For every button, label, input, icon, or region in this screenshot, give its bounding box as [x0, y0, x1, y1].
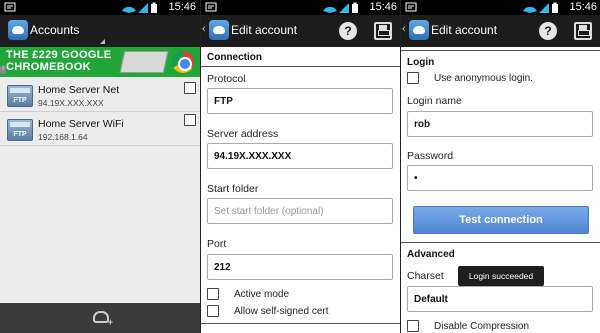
- protocol-label: Protocol: [207, 73, 246, 85]
- login-name-field[interactable]: rob: [407, 111, 593, 137]
- self-signed-checkbox[interactable]: [207, 305, 219, 317]
- account-address: 94.19X.XXX.XXX: [38, 98, 104, 108]
- clock: 15:46: [369, 1, 397, 13]
- ftp-server-icon: FTP: [7, 85, 33, 107]
- active-mode-checkbox[interactable]: [207, 288, 219, 300]
- page-title: Edit account: [431, 23, 498, 37]
- chrome-logo-icon: [172, 51, 194, 73]
- app-icon[interactable]: [209, 20, 229, 40]
- start-folder-label: Start folder: [207, 183, 259, 195]
- list-item[interactable]: FTP Home Server WiFi 192.168.1.64: [0, 112, 200, 146]
- port-label: Port: [207, 238, 227, 250]
- notification-icon: [4, 2, 16, 12]
- server-address-field[interactable]: 94.19X.XXX.XXX: [207, 143, 393, 169]
- edit-account-login-screen: 15:46 ‹ Edit account ? Login Use anonymo…: [400, 0, 600, 333]
- toast-message: Login succeeded: [458, 266, 544, 286]
- signal-wifi-battery-icons: [323, 2, 358, 13]
- section-title: Advanced: [407, 249, 455, 260]
- back-chevron-icon[interactable]: ‹: [402, 23, 406, 35]
- anonymous-login-label: Use anonymous login.: [434, 73, 533, 84]
- notification-icon: [205, 2, 217, 12]
- save-icon[interactable]: [574, 22, 592, 40]
- action-bar: Accounts: [0, 15, 200, 47]
- port-field[interactable]: 212: [207, 254, 393, 280]
- save-icon[interactable]: [374, 22, 392, 40]
- action-bar: ‹ Edit account ?: [401, 15, 600, 47]
- anonymous-login-checkbox[interactable]: [407, 72, 419, 84]
- laptop-image: [119, 51, 169, 73]
- page-title: Edit account: [231, 23, 298, 37]
- add-account-cloud-icon[interactable]: [93, 311, 113, 327]
- login-name-label: Login name: [407, 95, 462, 107]
- action-bar: ‹ Edit account ?: [201, 15, 400, 47]
- back-chevron-icon[interactable]: ‹: [202, 23, 206, 35]
- active-mode-label: Active mode: [234, 289, 290, 300]
- section-title: Connection: [207, 52, 262, 63]
- help-button[interactable]: ?: [539, 22, 557, 40]
- self-signed-label: Allow self-signed cert: [234, 306, 329, 317]
- password-field[interactable]: •: [407, 165, 593, 191]
- clock: 15:46: [569, 1, 597, 13]
- account-checkbox[interactable]: [184, 82, 196, 94]
- account-name: Home Server WiFi: [38, 118, 124, 130]
- server-address-label: Server address: [207, 128, 279, 140]
- section-divider: [201, 323, 400, 324]
- status-bar: 15:46: [201, 0, 400, 15]
- section-divider: [201, 66, 400, 67]
- help-button[interactable]: ?: [339, 22, 357, 40]
- account-name: Home Server Net: [38, 84, 120, 96]
- app-icon[interactable]: [409, 20, 429, 40]
- ad-banner[interactable]: THE £229 GOOGLE CHROMEBOOK i: [0, 47, 200, 77]
- notification-icon: [405, 2, 417, 12]
- list-item[interactable]: FTP Home Server Net 94.19X.XXX.XXX: [0, 78, 200, 112]
- section-divider: [401, 242, 600, 243]
- dropdown-caret-icon[interactable]: [100, 39, 105, 44]
- edit-account-connection-screen: 15:46 ‹ Edit account ? Connection Protoc…: [200, 0, 400, 333]
- ftp-server-icon: FTP: [7, 119, 33, 141]
- password-label: Password: [407, 150, 454, 162]
- clock: 15:46: [168, 1, 196, 13]
- signal-wifi-battery-icons: [122, 2, 157, 13]
- app-icon[interactable]: [8, 20, 28, 40]
- bottom-bar: [0, 303, 200, 333]
- signal-wifi-battery-icons: [523, 2, 558, 13]
- disable-compression-label: Disable Compression: [434, 321, 530, 332]
- test-connection-button[interactable]: Test connection: [413, 206, 589, 234]
- ad-info-icon[interactable]: i: [0, 66, 6, 74]
- section-divider: [401, 50, 600, 51]
- ad-text: THE £229 GOOGLE CHROMEBOOK: [6, 49, 112, 73]
- account-checkbox[interactable]: [184, 114, 196, 126]
- section-title: Login: [407, 57, 435, 68]
- accounts-screen: 15:46 Accounts THE £229 GOOGLE CHROMEBOO…: [0, 0, 200, 333]
- start-folder-field[interactable]: Set start folder (optional): [207, 198, 393, 224]
- account-address: 192.168.1.64: [38, 132, 88, 142]
- page-title[interactable]: Accounts: [30, 23, 79, 37]
- status-bar: 15:46: [401, 0, 600, 15]
- charset-field[interactable]: Default: [407, 286, 593, 312]
- charset-label: Charset: [407, 270, 444, 282]
- disable-compression-checkbox[interactable]: [407, 320, 419, 332]
- status-bar: 15:46: [0, 0, 200, 15]
- protocol-field[interactable]: FTP: [207, 88, 393, 114]
